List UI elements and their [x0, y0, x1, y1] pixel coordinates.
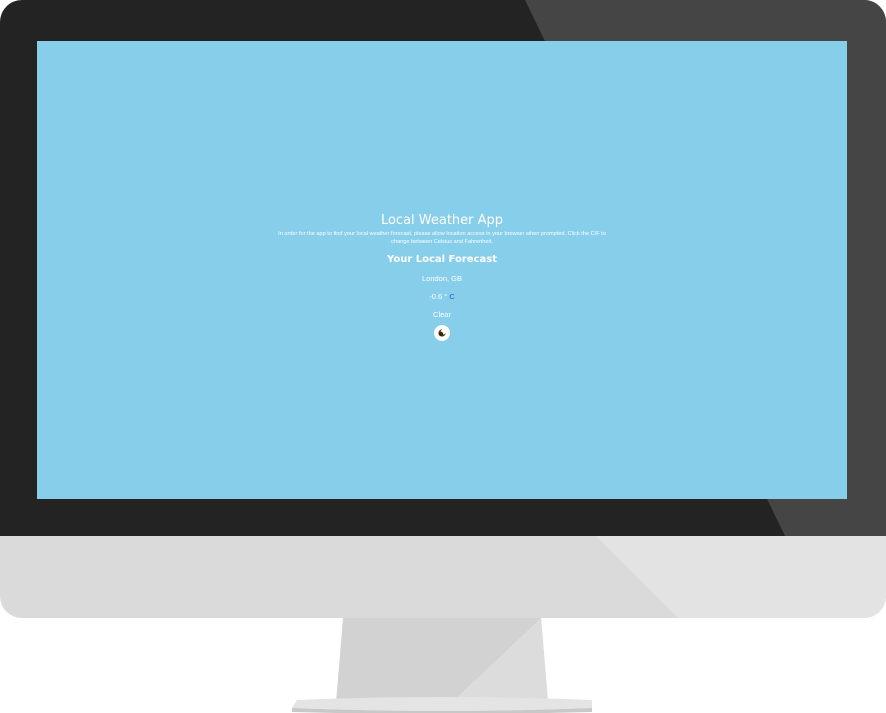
location-text: London, GB [421, 274, 463, 283]
temperature-row: -0.6 ° C [37, 292, 847, 302]
screen: Local Weather App In order for the app t… [37, 41, 847, 499]
condition-text: Clear [433, 310, 451, 319]
app-title: Local Weather App [380, 213, 504, 228]
monitor-bezel: Local Weather App In order for the app t… [0, 0, 886, 536]
monitor-mockup: Local Weather App In order for the app t… [0, 0, 886, 713]
chin-glare [596, 536, 886, 618]
degree-symbol: ° [444, 292, 448, 301]
temperature-value: -0.6 [429, 292, 443, 301]
monitor-chin [0, 536, 886, 618]
forecast-heading: Your Local Forecast [387, 254, 497, 265]
weather-app: Local Weather App In order for the app t… [37, 213, 847, 341]
app-instructions: In order for the app to find your local … [278, 231, 606, 245]
moon-clear-night-icon [434, 325, 450, 341]
unit-toggle-link[interactable]: C [449, 292, 454, 301]
